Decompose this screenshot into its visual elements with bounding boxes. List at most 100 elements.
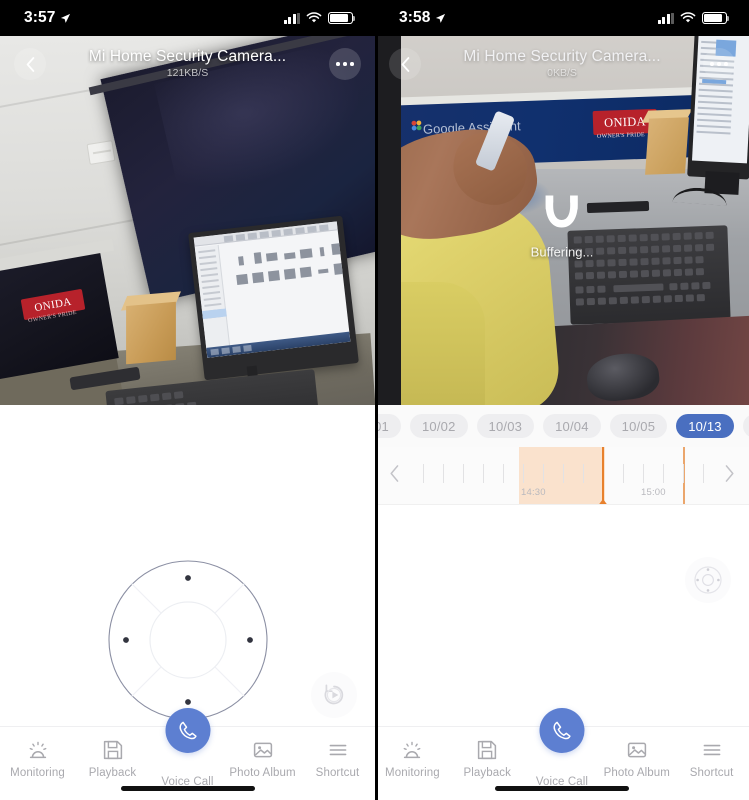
- voice-call-button[interactable]: [165, 708, 210, 753]
- timeline-time-label: 15:00: [641, 487, 666, 498]
- phone-handset-icon: [178, 721, 197, 740]
- bitrate-label: 0KB/S: [547, 66, 577, 79]
- battery-icon: [702, 12, 730, 24]
- timeline-time-label: 14:30: [521, 487, 546, 498]
- location-arrow-icon: [61, 13, 71, 23]
- cellular-signal-icon: [283, 12, 300, 24]
- status-bar-left: 3:57: [0, 0, 375, 36]
- photo-album-icon: [626, 738, 648, 762]
- date-pill[interactable]: 10/05: [609, 414, 668, 438]
- scene-monitor: [188, 215, 359, 381]
- nav-label: Monitoring: [385, 767, 440, 779]
- date-pill[interactable]: 10/03: [476, 414, 535, 438]
- video-title-block: Mi Home Security Camera... 121KB/S: [46, 48, 329, 79]
- wifi-icon: [680, 12, 696, 23]
- battery-icon: [328, 12, 356, 24]
- floppy-disk-icon: [476, 738, 498, 762]
- live-video-feed-right[interactable]: Google Assistant smart speaker with voic…: [375, 36, 749, 405]
- direction-pad-control[interactable]: [107, 559, 269, 726]
- floppy-disk-icon: [102, 738, 124, 762]
- phone-screen-left: 3:57 ONIDA OWNER'S PRIDE Mi Home Securit…: [0, 0, 375, 800]
- mi-logo: [545, 195, 578, 227]
- dual-screenshot-composite: 3:57 ONIDA OWNER'S PRIDE Mi Home Securit…: [0, 0, 749, 800]
- home-indicator: [120, 786, 255, 791]
- bitrate-label: 121KB/S: [166, 66, 209, 79]
- status-bar-time-group: 3:57: [24, 9, 71, 27]
- video-header-right: Mi Home Security Camera... 0KB/S: [375, 36, 749, 92]
- timeline-track[interactable]: 14:30 15:00 15:30: [411, 447, 713, 504]
- date-label: 10/05: [621, 418, 656, 434]
- status-bar-indicators-right: [657, 12, 730, 24]
- scene-monitor-sidebar: [194, 244, 232, 358]
- timeline-next-button[interactable]: [724, 464, 735, 487]
- google-dots-icon: [411, 120, 422, 131]
- date-pill[interactable]: 01: [375, 414, 401, 438]
- replay-button[interactable]: [311, 672, 357, 718]
- nav-label: Monitoring: [10, 767, 65, 779]
- chevron-left-icon: [26, 56, 34, 72]
- home-indicator: [495, 786, 629, 791]
- hamburger-menu-icon: [327, 738, 349, 762]
- playback-timeline[interactable]: 14:30 15:00 15:30: [375, 447, 749, 505]
- scene-wood-block: [645, 117, 689, 175]
- nav-label: Shortcut: [315, 767, 360, 779]
- live-video-feed-left[interactable]: ONIDA OWNER'S PRIDE Mi Home Security Cam…: [0, 36, 375, 405]
- chevron-right-icon: [725, 464, 734, 482]
- status-time: 3:57: [24, 9, 56, 26]
- wifi-icon: [306, 12, 322, 23]
- date-pill-selected[interactable]: 10/13: [676, 414, 734, 438]
- date-pill[interactable]: 10/02: [410, 414, 468, 438]
- date-selector[interactable]: 01 10/02 10/03 10/04 10/05 10/13 Live: [375, 405, 749, 447]
- date-label: 10/02: [422, 418, 456, 434]
- nav-label: Photo Album: [229, 767, 296, 779]
- more-options-icon: [710, 62, 728, 66]
- more-options-icon: [336, 62, 354, 66]
- nav-label: Playback: [463, 767, 511, 779]
- status-bar-time-group: 3:58: [399, 9, 446, 27]
- back-button[interactable]: [389, 48, 421, 80]
- more-options-button[interactable]: [703, 48, 735, 80]
- more-options-button[interactable]: [329, 48, 361, 80]
- status-bar-right: 3:58: [375, 0, 749, 36]
- panel-divider: [375, 0, 378, 800]
- cellular-signal-icon: [657, 12, 674, 24]
- timeline-playhead[interactable]: [602, 447, 605, 504]
- nav-label: Playback: [88, 767, 137, 779]
- direction-pad-icon: [694, 566, 722, 594]
- status-time: 3:58: [399, 9, 431, 26]
- video-header-left: Mi Home Security Camera... 121KB/S: [0, 36, 375, 92]
- alarm-siren-icon: [26, 738, 50, 762]
- nav-item-shortcut[interactable]: Shortcut: [674, 727, 749, 800]
- scene-wall-switch-plate: [86, 140, 116, 165]
- back-button[interactable]: [14, 48, 46, 80]
- voice-call-button[interactable]: [539, 708, 585, 753]
- buffering-label: Buffering...: [530, 244, 594, 259]
- nav-label: Photo Album: [603, 767, 670, 779]
- nav-item-shortcut[interactable]: Shortcut: [300, 727, 375, 800]
- date-label: 10/13: [688, 418, 722, 434]
- direction-pad-graphic: [107, 560, 268, 720]
- photo-album-icon: [252, 738, 274, 762]
- chevron-left-icon: [390, 464, 399, 482]
- location-arrow-icon: [436, 13, 446, 23]
- nav-item-monitoring[interactable]: Monitoring: [0, 727, 75, 800]
- date-label: 10/03: [488, 418, 523, 434]
- scene-monitor-screen: [193, 221, 351, 358]
- video-title-block: Mi Home Security Camera... 0KB/S: [421, 48, 703, 79]
- buffering-overlay: Buffering...: [530, 182, 594, 259]
- hamburger-menu-icon: [701, 738, 723, 762]
- replay-rotate-icon: [324, 684, 344, 705]
- chevron-left-icon: [401, 56, 409, 72]
- phone-handset-icon: [553, 721, 571, 740]
- camera-title: Mi Home Security Camera...: [463, 48, 661, 66]
- direction-pad-button[interactable]: [685, 557, 731, 603]
- alarm-siren-icon: [400, 738, 424, 762]
- timeline-prev-button[interactable]: [389, 464, 400, 487]
- date-pill-live[interactable]: Live: [742, 414, 749, 438]
- date-pill[interactable]: 10/04: [543, 414, 601, 438]
- status-bar-indicators-left: [283, 12, 356, 24]
- nav-item-monitoring[interactable]: Monitoring: [375, 727, 450, 800]
- scene-wood-block: [126, 301, 176, 365]
- date-label: 10/04: [555, 418, 589, 434]
- phone-screen-right: 3:58 Google Assistant ONIDA OWNER'S PRID…: [375, 0, 749, 800]
